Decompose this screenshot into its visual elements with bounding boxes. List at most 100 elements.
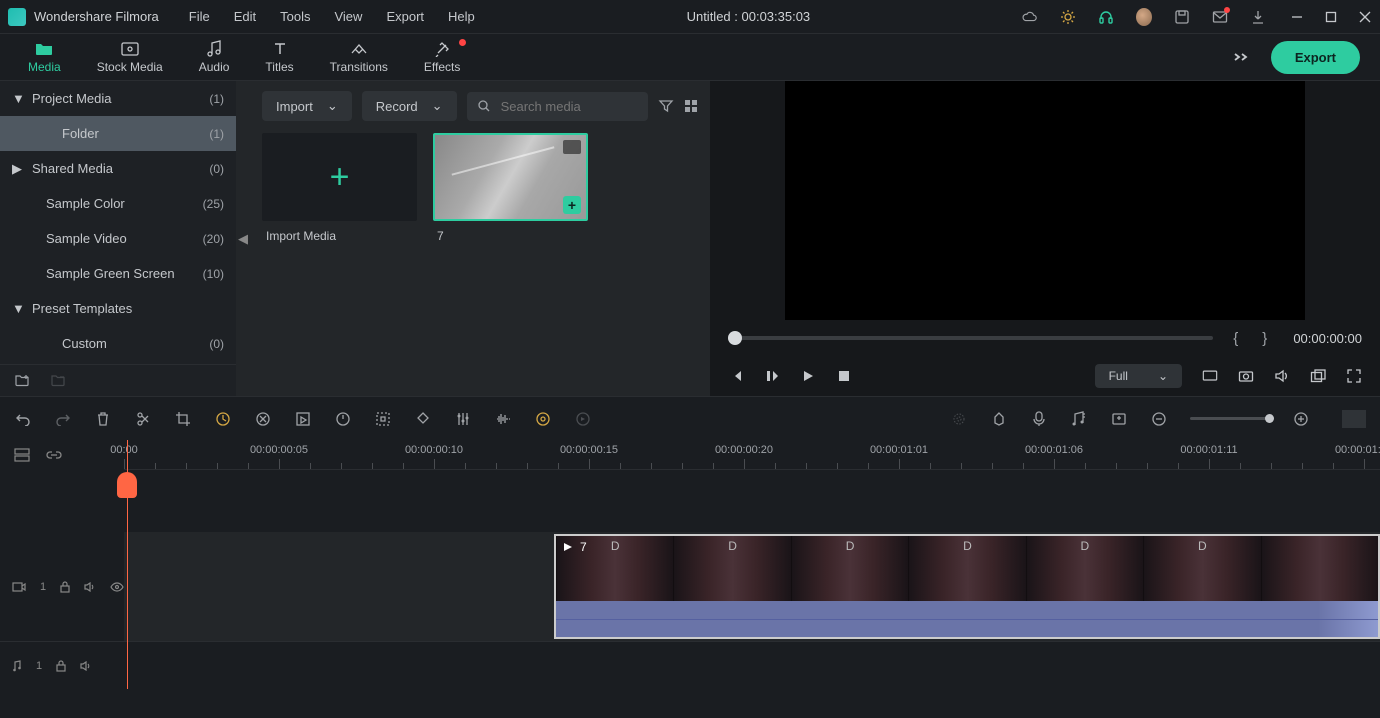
download-icon[interactable] — [1250, 9, 1266, 25]
lock-icon[interactable] — [60, 581, 70, 593]
marker-add-icon[interactable] — [1110, 410, 1128, 428]
delete-folder-icon[interactable] — [50, 373, 66, 389]
audio-sync-icon[interactable] — [534, 410, 552, 428]
export-button[interactable]: Export — [1271, 41, 1360, 74]
timeline[interactable]: 00:0000:00:00:0500:00:00:1000:00:00:1500… — [0, 440, 1380, 689]
split-icon[interactable] — [134, 410, 152, 428]
keyframe-icon[interactable] — [334, 410, 352, 428]
sidebar-folder[interactable]: Folder (1) — [0, 116, 236, 151]
sidebar-sample-green-screen[interactable]: Sample Green Screen (10) — [0, 256, 236, 291]
speed-icon[interactable] — [214, 410, 232, 428]
zoom-slider[interactable] — [1190, 417, 1270, 420]
audio-panel-icon[interactable] — [1070, 410, 1088, 428]
tab-titles[interactable]: Titles — [247, 37, 311, 78]
mask-icon[interactable] — [374, 410, 392, 428]
record-dropdown[interactable]: Record ⌄ — [362, 91, 457, 121]
green-screen-icon[interactable] — [294, 410, 312, 428]
audio-track-header[interactable]: 1 — [0, 642, 124, 689]
tab-audio[interactable]: Audio — [181, 37, 248, 78]
crop-icon[interactable] — [174, 410, 192, 428]
import-dropdown[interactable]: Import ⌄ — [262, 91, 352, 121]
search-media[interactable] — [467, 92, 648, 121]
audio-wave-icon[interactable] — [494, 410, 512, 428]
fullscreen-icon[interactable] — [1346, 368, 1362, 384]
save-icon[interactable] — [1174, 9, 1190, 25]
media-clip-tile[interactable]: + 7 — [433, 133, 588, 243]
sidebar-preset-templates[interactable]: ▼ Preset Templates — [0, 291, 236, 326]
cloud-icon[interactable] — [1022, 9, 1038, 25]
app-name: Wondershare Filmora — [34, 9, 159, 24]
snap-icon[interactable] — [990, 410, 1008, 428]
sidebar-custom[interactable]: Custom (0) — [0, 326, 236, 361]
collapse-sidebar[interactable]: ◀ — [236, 81, 250, 396]
mute-icon[interactable] — [80, 661, 92, 671]
timeline-clip[interactable]: 7 D D D D D D — [554, 534, 1380, 639]
avatar-icon[interactable] — [1136, 9, 1152, 25]
mark-out-button[interactable]: } — [1258, 330, 1271, 347]
playhead[interactable] — [127, 440, 128, 689]
mute-icon[interactable] — [84, 582, 96, 592]
tab-stock-media[interactable]: Stock Media — [79, 37, 181, 78]
sun-icon[interactable] — [1060, 9, 1076, 25]
stop-button[interactable] — [836, 368, 852, 384]
add-clip-button[interactable]: + — [563, 196, 581, 214]
preview-quality-select[interactable]: Full ⌄ — [1095, 364, 1182, 388]
headphones-icon[interactable] — [1098, 9, 1114, 25]
chevron-down-icon: ⌄ — [327, 98, 338, 114]
minimize-button[interactable] — [1290, 10, 1304, 24]
display-icon[interactable] — [1202, 368, 1218, 384]
sidebar-project-media[interactable]: ▼ Project Media (1) — [0, 81, 236, 116]
grid-view-icon[interactable] — [684, 99, 698, 113]
tab-media[interactable]: Media — [10, 37, 79, 78]
track-manager-icon[interactable] — [14, 448, 30, 462]
maximize-button[interactable] — [1324, 10, 1338, 24]
menu-view[interactable]: View — [334, 9, 362, 24]
new-folder-icon[interactable] — [14, 373, 30, 389]
tabs-more-icon[interactable] — [1231, 51, 1251, 63]
preview-viewport[interactable] — [785, 81, 1305, 320]
mail-icon[interactable] — [1212, 9, 1228, 25]
menu-export[interactable]: Export — [386, 9, 424, 24]
menu-tools[interactable]: Tools — [280, 9, 310, 24]
visibility-icon[interactable] — [110, 582, 124, 592]
zoom-fit-icon[interactable] — [1342, 410, 1366, 428]
volume-icon[interactable] — [1274, 368, 1290, 384]
project-title: Untitled : 00:03:35:03 — [475, 9, 1022, 24]
play-pause-button[interactable] — [764, 368, 780, 384]
color-icon[interactable] — [254, 410, 272, 428]
delete-icon[interactable] — [94, 410, 112, 428]
marker-icon[interactable] — [414, 410, 432, 428]
tab-effects[interactable]: Effects — [406, 37, 478, 78]
timeline-ruler[interactable]: 00:0000:00:00:0500:00:00:1000:00:00:1500… — [124, 440, 1380, 470]
auto-ripple-icon[interactable] — [950, 410, 968, 428]
sidebar-shared-media[interactable]: ▶ Shared Media (0) — [0, 151, 236, 186]
link-icon[interactable] — [46, 450, 62, 460]
play-button[interactable] — [800, 368, 816, 384]
transition-icon — [349, 41, 369, 57]
scrub-slider[interactable] — [728, 336, 1213, 340]
effects-dot-icon — [459, 39, 466, 46]
popout-icon[interactable] — [1310, 368, 1326, 384]
sidebar-sample-video[interactable]: Sample Video (20) — [0, 221, 236, 256]
video-track-header[interactable]: 1 — [0, 532, 124, 641]
undo-icon[interactable] — [14, 410, 32, 428]
import-media-tile[interactable]: + Import Media — [262, 133, 417, 243]
snapshot-icon[interactable] — [1238, 368, 1254, 384]
menu-file[interactable]: File — [189, 9, 210, 24]
mixer-icon[interactable] — [454, 410, 472, 428]
search-input[interactable] — [501, 99, 638, 114]
menu-help[interactable]: Help — [448, 9, 475, 24]
redo-icon[interactable] — [54, 410, 72, 428]
zoom-out-icon[interactable] — [1150, 410, 1168, 428]
mark-in-button[interactable]: { — [1229, 330, 1242, 347]
sidebar-sample-color[interactable]: Sample Color (25) — [0, 186, 236, 221]
mic-icon[interactable] — [1030, 410, 1048, 428]
render-icon[interactable] — [574, 410, 592, 428]
prev-frame-button[interactable] — [728, 368, 744, 384]
tab-transitions[interactable]: Transitions — [312, 37, 406, 78]
close-button[interactable] — [1358, 10, 1372, 24]
zoom-in-icon[interactable] — [1292, 410, 1310, 428]
lock-icon[interactable] — [56, 660, 66, 672]
filter-icon[interactable] — [658, 99, 674, 113]
menu-edit[interactable]: Edit — [234, 9, 256, 24]
